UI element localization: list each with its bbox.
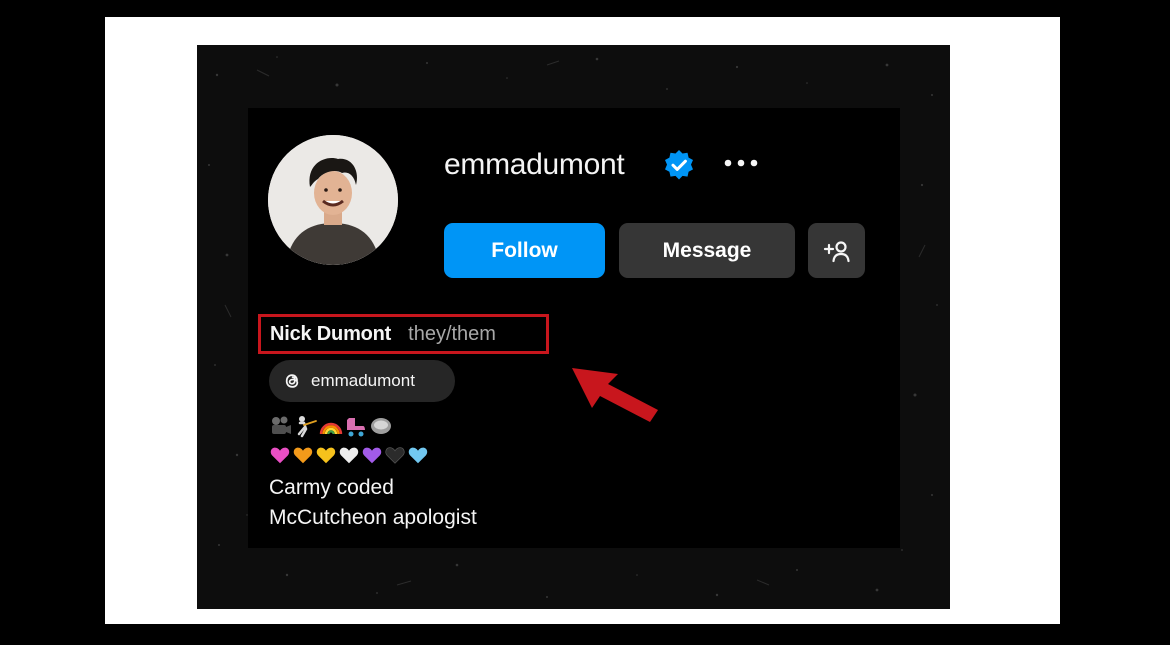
black-heart-emoji <box>385 447 405 464</box>
threads-link[interactable]: emmadumont <box>269 360 455 402</box>
rainbow-emoji <box>319 422 343 435</box>
pronouns: they/them <box>408 322 496 345</box>
threads-handle: emmadumont <box>311 371 415 390</box>
movie-camera-emoji <box>272 416 291 434</box>
purple-heart-emoji <box>362 447 382 464</box>
name-highlight-box: Nick Dumont they/them <box>258 314 549 354</box>
pink-heart-emoji <box>270 447 290 464</box>
threads-icon <box>285 374 299 388</box>
bio-emoji-row-2 <box>269 444 429 470</box>
yellow-heart-emoji <box>316 447 336 464</box>
red-arrow-icon <box>572 368 658 422</box>
white-heart-emoji <box>339 447 359 464</box>
flying-disc-emoji <box>371 418 391 434</box>
bio-line-1: Carmy coded <box>269 476 394 499</box>
avatar[interactable] <box>268 135 398 265</box>
avatar-photo <box>268 135 398 265</box>
message-button[interactable]: Message <box>619 223 795 278</box>
bio-line-2: McCutcheon apologist <box>269 506 477 529</box>
add-user-icon <box>823 240 850 262</box>
fencer-emoji <box>297 416 317 438</box>
message-button-label: Message <box>662 238 752 262</box>
light-blue-heart-emoji <box>408 447 428 464</box>
follow-button-label: Follow <box>491 238 558 262</box>
verified-badge-icon <box>665 150 693 180</box>
bio-emoji-row-1 <box>269 414 393 440</box>
username: emmadumont <box>444 148 625 181</box>
follow-button[interactable]: Follow <box>444 223 605 278</box>
orange-heart-emoji <box>293 447 313 464</box>
roller-skate-emoji <box>347 418 365 437</box>
add-user-button[interactable] <box>808 223 865 278</box>
full-name: Nick Dumont <box>270 322 392 345</box>
more-horizontal-icon[interactable] <box>722 152 760 174</box>
